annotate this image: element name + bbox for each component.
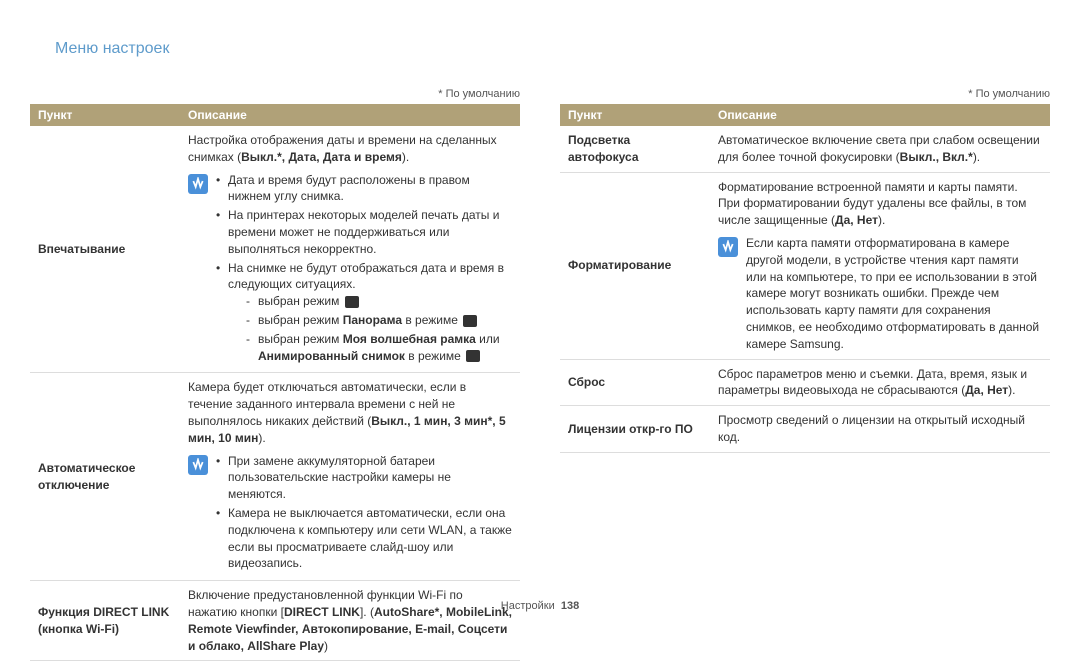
note-icon bbox=[188, 174, 208, 194]
table-row: Подсветка автофокуса Автоматическое вклю… bbox=[560, 126, 1050, 172]
table-row: Впечатывание Настройка отображения даты … bbox=[30, 126, 520, 373]
table-row: Лицензии откр-го ПО Просмотр сведений о … bbox=[560, 406, 1050, 453]
desc-text: ). bbox=[402, 150, 409, 164]
list-item-text: выбран режим bbox=[258, 294, 343, 308]
setting-desc: Автоматическое включение света при слабо… bbox=[710, 126, 1050, 172]
desc-text: ). bbox=[1008, 383, 1015, 397]
setting-desc: Включение предустановленной функции Wi-F… bbox=[180, 581, 520, 661]
desc-options: Выкл., Вкл.* bbox=[900, 150, 973, 164]
settings-table-right: Пункт Описание Подсветка автофокуса Авто… bbox=[560, 104, 1050, 453]
setting-desc: Форматирование встроенной памяти и карты… bbox=[710, 172, 1050, 359]
mode-icon bbox=[345, 296, 359, 308]
list-item: Дата и время будут расположены в правом … bbox=[216, 172, 512, 206]
list-item-text: в режиме bbox=[402, 313, 461, 327]
list-item-text: в режиме bbox=[405, 349, 464, 363]
col-header-item: Пункт bbox=[560, 104, 710, 126]
list-item-text: выбран режим bbox=[258, 332, 343, 346]
desc-text: ). bbox=[973, 150, 980, 164]
content-columns: * По умолчанию Пункт Описание Впечатыван… bbox=[30, 88, 1050, 661]
mode-icon bbox=[463, 315, 477, 327]
list-item: выбран режим Моя волшебная рамка или Ани… bbox=[246, 331, 512, 365]
setting-desc: Настройка отображения даты и времени на … bbox=[180, 126, 520, 373]
table-row: Сброс Сброс параметров меню и съемки. Да… bbox=[560, 359, 1050, 406]
setting-name: Лицензии откр-го ПО bbox=[560, 406, 710, 453]
setting-name: Подсветка автофокуса bbox=[560, 126, 710, 172]
col-header-desc: Описание bbox=[180, 104, 520, 126]
setting-name: Впечатывание bbox=[30, 126, 180, 373]
desc-text: ) bbox=[324, 639, 328, 653]
table-row: Автоматическое отключение Камера будет о… bbox=[30, 373, 520, 581]
list-item-text: На снимке не будут отображаться дата и в… bbox=[228, 261, 504, 292]
desc-text: Автоматическое включение света при слабо… bbox=[718, 133, 1040, 164]
list-item: выбран режим bbox=[246, 293, 512, 310]
list-item: При замене аккумуляторной батареи пользо… bbox=[216, 453, 512, 503]
left-column: * По умолчанию Пункт Описание Впечатыван… bbox=[30, 88, 520, 661]
setting-name: Функция DIRECT LINK (кнопка Wi-Fi) bbox=[30, 581, 180, 661]
page-footer: Настройки 138 bbox=[0, 600, 1080, 612]
list-item: На принтерах некоторых моделей печать да… bbox=[216, 207, 512, 257]
setting-desc: Просмотр сведений о лицензии на открытый… bbox=[710, 406, 1050, 453]
note-text: Если карта памяти отформатирована в каме… bbox=[746, 235, 1042, 353]
page-number: 138 bbox=[561, 600, 579, 612]
table-row: Функция DIRECT LINK (кнопка Wi-Fi) Включ… bbox=[30, 581, 520, 661]
desc-options: Да, Нет bbox=[965, 383, 1008, 397]
col-header-desc: Описание bbox=[710, 104, 1050, 126]
list-item: Камера не выключается автоматически, есл… bbox=[216, 505, 512, 572]
col-header-item: Пункт bbox=[30, 104, 180, 126]
right-column: * По умолчанию Пункт Описание Подсветка … bbox=[560, 88, 1050, 661]
desc-options: Выкл.*, Дата, Дата и время bbox=[241, 150, 402, 164]
setting-desc: Сброс параметров меню и съемки. Дата, вр… bbox=[710, 359, 1050, 406]
list-item-text: Панорама bbox=[343, 313, 402, 327]
desc-text: ). bbox=[258, 431, 265, 445]
mode-icon bbox=[466, 350, 480, 362]
note-icon bbox=[188, 455, 208, 475]
list-item-text: Анимированный снимок bbox=[258, 349, 405, 363]
setting-name: Форматирование bbox=[560, 172, 710, 359]
note-list: При замене аккумуляторной батареи пользо… bbox=[216, 453, 512, 575]
note-icon bbox=[718, 237, 738, 257]
list-item: выбран режим Панорама в режиме bbox=[246, 312, 512, 329]
desc-text: ). bbox=[878, 213, 885, 227]
setting-name: Сброс bbox=[560, 359, 710, 406]
setting-name: Автоматическое отключение bbox=[30, 373, 180, 581]
desc-options: Да, Нет bbox=[835, 213, 878, 227]
footer-section: Настройки bbox=[501, 600, 555, 612]
table-row: Форматирование Форматирование встроенной… bbox=[560, 172, 1050, 359]
default-note-right: * По умолчанию bbox=[560, 88, 1050, 100]
list-item-text: или bbox=[476, 332, 500, 346]
list-item-text: Моя волшебная рамка bbox=[343, 332, 476, 346]
settings-table-left: Пункт Описание Впечатывание Настройка от… bbox=[30, 104, 520, 661]
note-list: Дата и время будут расположены в правом … bbox=[216, 172, 512, 367]
default-note-left: * По умолчанию bbox=[30, 88, 520, 100]
setting-desc: Камера будет отключаться автоматически, … bbox=[180, 373, 520, 581]
list-item-text: выбран режим bbox=[258, 313, 343, 327]
list-item: На снимке не будут отображаться дата и в… bbox=[216, 260, 512, 365]
page-title: Меню настроек bbox=[30, 40, 1050, 58]
